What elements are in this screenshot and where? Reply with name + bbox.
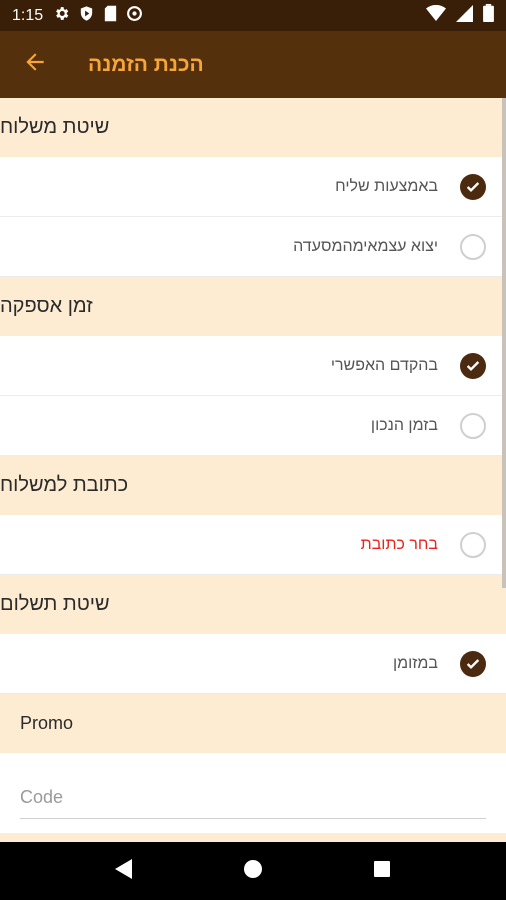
- nav-recents-button[interactable]: [352, 846, 412, 896]
- order-form[interactable]: שיטת משלוח באמצעות שליח יצוא עצמאימהמסעד…: [0, 98, 506, 842]
- option-scheduled-time[interactable]: בזמן הנכון: [0, 396, 506, 456]
- radio-empty-icon[interactable]: [460, 531, 486, 558]
- signal-icon: [456, 4, 473, 27]
- wifi-icon: [426, 4, 446, 27]
- section-header-delivery-method: שיטת משלוח: [0, 98, 506, 157]
- gear-icon: [53, 5, 70, 27]
- sd-card-icon: [103, 5, 118, 27]
- option-cash[interactable]: במזומן: [0, 634, 506, 694]
- promo-code-input[interactable]: [20, 781, 486, 819]
- option-courier[interactable]: באמצעות שליח: [0, 157, 506, 217]
- back-button[interactable]: [0, 31, 70, 98]
- option-choose-address[interactable]: בחר כתובת: [0, 515, 506, 575]
- option-label: יצוא עצמאימהמסעדה: [293, 237, 438, 255]
- section-header-delivery-time: זמן אספקה: [0, 277, 506, 336]
- section-header-delivery-address: כתובת למשלוח: [0, 456, 506, 515]
- option-label: בהקדם האפשרי: [330, 356, 438, 374]
- scrollbar[interactable]: [502, 98, 506, 588]
- square-recents-icon: [373, 860, 391, 883]
- promo-body: [0, 753, 506, 833]
- option-label: במזומן: [392, 654, 438, 672]
- option-asap[interactable]: בהקדם האפשרי: [0, 336, 506, 396]
- option-label: בזמן הנכון: [370, 416, 438, 434]
- app-bar: הכנת הזמנה: [0, 31, 506, 98]
- option-label: באמצעות שליח: [335, 177, 438, 195]
- check-circle-icon[interactable]: [460, 352, 486, 379]
- page-title: הכנת הזמנה: [88, 52, 204, 76]
- promo-header: Promo: [0, 694, 506, 753]
- status-bar: 1:15: [0, 0, 506, 31]
- triangle-back-icon: [114, 858, 134, 885]
- play-protect-icon: [78, 5, 95, 27]
- radio-empty-icon[interactable]: [460, 412, 486, 439]
- nav-home-button[interactable]: [223, 846, 283, 896]
- option-self-pickup[interactable]: יצוא עצמאימהמסעדה: [0, 217, 506, 277]
- section-header-payment-method: שיטת תשלום: [0, 575, 506, 634]
- system-nav-bar: [0, 842, 506, 900]
- nav-back-button[interactable]: [94, 846, 154, 896]
- data-saver-icon: [126, 5, 143, 27]
- circle-home-icon: [243, 859, 263, 884]
- check-circle-icon[interactable]: [460, 173, 486, 200]
- check-circle-icon[interactable]: [460, 650, 486, 677]
- battery-icon: [483, 4, 494, 27]
- arrow-back-icon: [22, 49, 48, 80]
- radio-empty-icon[interactable]: [460, 233, 486, 260]
- status-time: 1:15: [12, 6, 44, 24]
- option-label: בחר כתובת: [360, 535, 438, 553]
